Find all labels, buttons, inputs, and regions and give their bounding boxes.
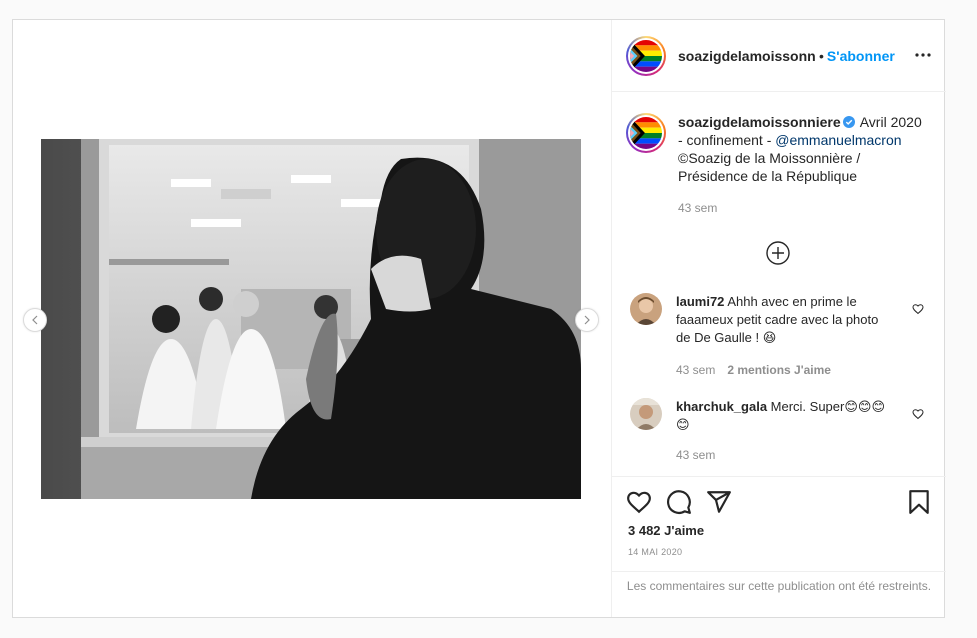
commenter-avatar[interactable] (630, 398, 662, 430)
heart-icon[interactable] (912, 408, 924, 420)
comments-section: soazigdelamoissonniere Avril 2020 - conf… (612, 93, 946, 476)
post-sidebar: soazigdelamoissonniere • S'abonner (611, 20, 946, 617)
caption-meta: 43 sem (678, 199, 928, 217)
comment-likes[interactable]: 2 mentions J'aime (727, 363, 831, 377)
bookmark-icon[interactable] (906, 489, 932, 515)
action-icons (626, 489, 932, 515)
avatar-image (630, 293, 662, 325)
heart-icon[interactable] (912, 303, 924, 315)
comments-restricted-notice: Les commentaires sur cette publication o… (612, 571, 946, 618)
follow-button[interactable]: S'abonner (827, 48, 895, 64)
verified-badge-icon (842, 116, 855, 128)
avatar-image (630, 39, 662, 72)
more-icon (915, 53, 931, 57)
author-username[interactable]: soazigdelamoissonniere (678, 48, 816, 64)
comment-meta: 43 sem 2 mentions J'aime (676, 361, 886, 379)
comment-body: laumi72 Ahhh avec en prime le faaameux p… (676, 293, 886, 379)
post-media (13, 20, 611, 617)
author-avatar[interactable] (626, 35, 666, 76)
avatar-image (630, 398, 662, 430)
share-icon[interactable] (706, 489, 732, 515)
caption-username[interactable]: soazigdelamoissonniere (678, 114, 841, 130)
post-actions: 3 482 J'aime 14 MAI 2020 Les commentaire… (612, 476, 946, 617)
comment-time[interactable]: 43 sem (676, 363, 715, 377)
caption-mention[interactable]: @emmanuelmacron (775, 132, 901, 148)
caption-text: soazigdelamoissonniere Avril 2020 - conf… (678, 113, 928, 217)
caption: soazigdelamoissonniere Avril 2020 - conf… (626, 113, 932, 217)
post-date[interactable]: 14 MAI 2020 (628, 547, 682, 557)
more-options-button[interactable] (914, 46, 932, 64)
caption-time[interactable]: 43 sem (678, 201, 717, 215)
pride-flag-icon (630, 117, 662, 149)
next-button[interactable] (575, 308, 599, 332)
post-photo[interactable] (41, 139, 581, 499)
commenter-avatar[interactable] (630, 293, 662, 325)
comment-username[interactable]: kharchuk_gala (676, 399, 767, 414)
caption-avatar[interactable] (626, 113, 666, 153)
chevron-left-icon (32, 315, 38, 325)
previous-button[interactable] (23, 308, 47, 332)
like-count[interactable]: 3 482 J'aime (628, 523, 704, 538)
heart-icon[interactable] (626, 489, 652, 515)
post-card: soazigdelamoissonniere • S'abonner (12, 19, 946, 618)
pride-flag-icon (630, 39, 662, 72)
comment-item: kharchuk_gala Merci. Super😊😊😊😊 43 sem (626, 398, 932, 464)
avatar-ring (628, 115, 664, 151)
comment-time[interactable]: 43 sem (676, 448, 715, 462)
comment-meta: 43 sem (676, 446, 886, 464)
avatar-image (630, 117, 662, 149)
chevron-right-icon (584, 315, 590, 325)
comment-item: laumi72 Ahhh avec en prime le faaameux p… (626, 293, 932, 379)
comment-body: kharchuk_gala Merci. Super😊😊😊😊 43 sem (676, 398, 886, 464)
photo-illustration (41, 139, 581, 499)
comment-icon[interactable] (666, 489, 692, 515)
comment-username[interactable]: laumi72 (676, 294, 724, 309)
separator-dot: • (819, 47, 824, 64)
plus-circle-icon[interactable] (765, 240, 791, 266)
post-header: soazigdelamoissonniere • S'abonner (612, 20, 946, 92)
avatar-ring (628, 37, 664, 74)
caption-text-part: ©Soazig de la Moissonnière / Présidence … (678, 150, 861, 184)
